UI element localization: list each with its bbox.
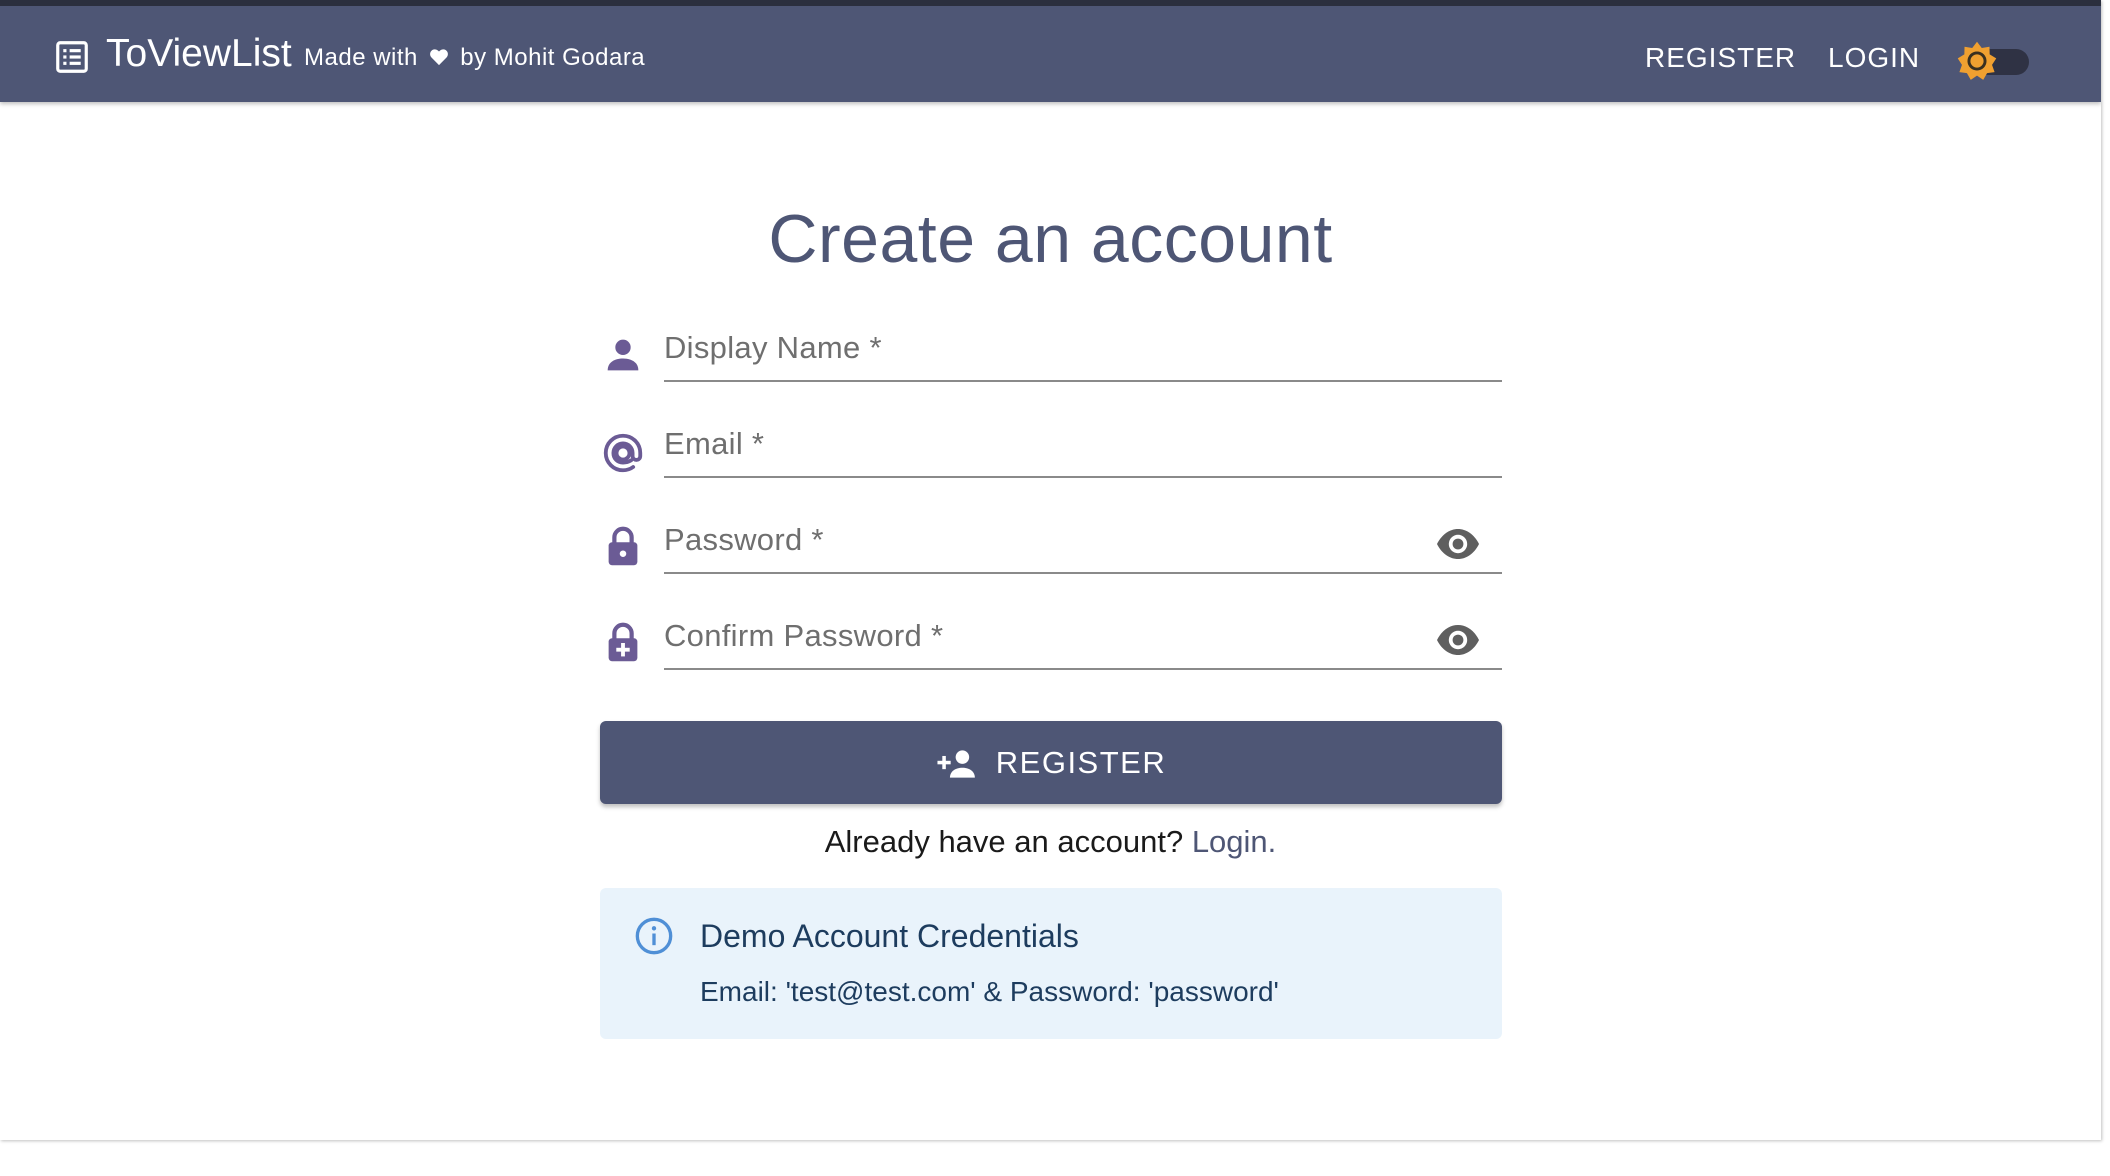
password-label: Password *: [664, 522, 824, 557]
person-add-icon: [937, 749, 975, 778]
lock-plus-icon: [608, 622, 638, 662]
heart-icon: [430, 49, 448, 66]
app-window: ToViewList Made with by Mohit Godara REG…: [0, 0, 2101, 1140]
email-label: Email *: [664, 426, 765, 461]
confirm-password-row: Confirm Password *: [600, 598, 1502, 670]
email-row: Email *: [600, 406, 1502, 478]
brand-title: ToViewList: [106, 32, 292, 75]
display-name-row: Display Name *: [600, 310, 1502, 382]
confirm-password-label: Confirm Password *: [664, 618, 944, 653]
nav-login-link[interactable]: LOGIN: [1828, 42, 1920, 74]
made-with-text: Made with: [304, 44, 418, 71]
top-app-bar: ToViewList Made with by Mohit Godara REG…: [0, 0, 2101, 102]
info-icon: [635, 917, 673, 955]
alert-body: Email: 'test@test.com' & Password: 'pass…: [700, 976, 1279, 1007]
author-text: by Mohit Godara: [460, 44, 646, 71]
display-name-input[interactable]: Display Name *: [664, 310, 1502, 382]
theme-toggle[interactable]: [1955, 39, 2031, 83]
at-icon: [603, 433, 643, 473]
nav-register-link[interactable]: REGISTER: [1645, 42, 1796, 74]
visibility-toggle-icon[interactable]: [1434, 616, 1482, 664]
lock-icon: [608, 526, 638, 566]
visibility-toggle-icon[interactable]: [1434, 520, 1482, 568]
register-button-label: REGISTER: [995, 744, 1167, 780]
alert-title: Demo Account Credentials: [700, 918, 1079, 954]
display-name-label: Display Name *: [664, 330, 882, 365]
demo-credentials-alert: Demo Account Credentials Email: 'test@te…: [600, 888, 1502, 1039]
login-prompt-text: Already have an account?: [824, 824, 1184, 859]
email-input[interactable]: Email *: [664, 406, 1502, 478]
password-input[interactable]: Password *: [664, 502, 1502, 574]
register-button[interactable]: REGISTER: [600, 721, 1502, 804]
password-row: Password *: [600, 502, 1502, 574]
page-title: Create an account: [768, 201, 1333, 277]
brand-tagline: Made with by Mohit Godara: [304, 44, 645, 72]
confirm-password-input[interactable]: Confirm Password *: [664, 598, 1502, 670]
person-icon: [607, 339, 639, 371]
list-icon: [56, 41, 88, 73]
sun-icon: [1957, 41, 1997, 80]
login-link[interactable]: Login.: [1192, 824, 1276, 859]
login-prompt: Already have an account? Login.: [0, 824, 2101, 860]
